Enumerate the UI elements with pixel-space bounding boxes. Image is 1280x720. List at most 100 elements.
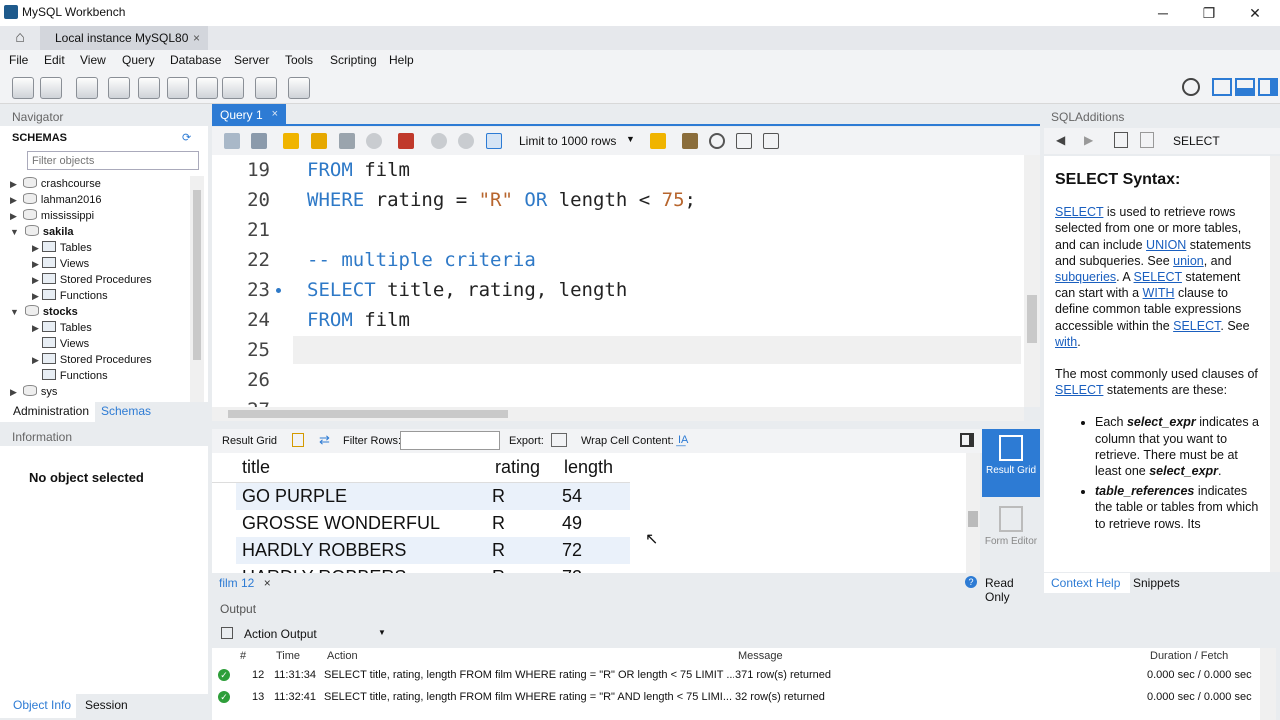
help-link[interactable]: subqueries [1055, 270, 1116, 284]
schema-stocks[interactable]: ▼ stocks [10, 304, 78, 320]
invisible-chars-icon[interactable] [736, 133, 752, 149]
help-link[interactable]: WITH [1143, 286, 1175, 300]
expand-down-icon[interactable]: ▼ [10, 227, 19, 237]
settings-gear-icon[interactable] [1182, 78, 1200, 96]
output-row[interactable]: ✓ 12 11:31:34 SELECT title, rating, length … [212, 664, 1276, 686]
schema-sakila-views[interactable]: ▶ Views [32, 256, 89, 272]
wrap-lines-icon[interactable] [763, 133, 779, 149]
expand-down-icon[interactable]: ▼ [10, 307, 19, 317]
filter-objects-input[interactable] [27, 151, 199, 170]
code-line[interactable]: SELECT title, rating, length [307, 279, 627, 301]
code-line[interactable]: FROM film [307, 159, 410, 181]
help-link[interactable]: SELECT [1055, 383, 1103, 397]
add-snippet-icon[interactable] [650, 133, 666, 149]
refresh-icon[interactable]: ⇄ [319, 432, 330, 448]
filter-rows-input[interactable] [400, 431, 500, 450]
create-view-icon[interactable] [167, 77, 189, 99]
close-icon[interactable]: × [272, 108, 278, 120]
menu-help[interactable]: Help [389, 53, 414, 67]
minimize-button[interactable]: ─ [1140, 0, 1186, 26]
menu-server[interactable]: Server [234, 53, 269, 67]
create-procedure-icon[interactable] [196, 77, 218, 99]
table-cell-length[interactable]: 54 [562, 483, 582, 510]
table-cell-title[interactable]: HARDLY ROBBERS [242, 537, 406, 564]
menu-edit[interactable]: Edit [44, 53, 65, 67]
table-cell-length[interactable]: 72 [562, 564, 582, 573]
autocommit-icon[interactable] [486, 133, 502, 149]
tab-context-help[interactable]: Context Help [1044, 573, 1130, 593]
output-row[interactable]: ✓ 13 11:32:41 SELECT title, rating, length … [212, 686, 1276, 708]
expand-right-icon[interactable]: ▶ [32, 291, 39, 301]
schema-sys[interactable]: ▶ sys [10, 384, 57, 400]
schema-crashcourse[interactable]: ▶ crashcourse [10, 176, 101, 192]
home-icon[interactable]: ⌂ [0, 26, 40, 50]
schema-sakila-functions[interactable]: ▶ Functions [32, 288, 108, 304]
schema-lahman2016[interactable]: ▶ lahman2016 [10, 192, 101, 208]
forward-icon[interactable]: ▶ [1084, 133, 1093, 147]
limit-rows-select[interactable]: Limit to 1000 rows ▼ [516, 132, 636, 150]
explain-icon[interactable] [339, 133, 355, 149]
schema-stocks-stored-procedures[interactable]: ▶ Stored Procedures [32, 352, 152, 368]
table-cell-title[interactable]: GO PURPLE [242, 483, 347, 510]
table-cell-title[interactable]: GROSSE WONDERFUL [242, 510, 440, 537]
navigator-scrollbar[interactable] [190, 176, 204, 404]
close-icon[interactable]: × [193, 31, 200, 45]
reconnect-icon[interactable] [288, 77, 310, 99]
expand-right-icon[interactable]: ▶ [32, 355, 39, 365]
refresh-icon[interactable]: ⟳ [182, 131, 191, 144]
help-link[interactable]: with [1055, 335, 1077, 349]
stop-icon[interactable] [366, 133, 382, 149]
grid-scrollbar[interactable] [966, 453, 980, 573]
close-icon[interactable]: × [264, 576, 271, 590]
sql-editor[interactable]: 19 FROM film 20 WHERE rating = "R" OR lengt… [212, 155, 1024, 407]
toggle-output-icon[interactable] [1235, 78, 1255, 96]
tab-object-info[interactable]: Object Info [0, 694, 76, 718]
commit-icon[interactable] [431, 133, 447, 149]
expand-right-icon[interactable]: ▶ [32, 323, 39, 333]
code-line[interactable]: WHERE rating = "R" OR length < 75; [307, 189, 696, 211]
close-button[interactable]: ✕ [1232, 0, 1278, 26]
table-cell-rating[interactable]: R [492, 537, 505, 564]
table-cell-length[interactable]: 49 [562, 510, 582, 537]
help-link[interactable]: union [1173, 254, 1204, 268]
search-icon[interactable] [709, 133, 725, 149]
expand-right-icon[interactable]: ▶ [10, 195, 17, 205]
tab-schemas[interactable]: Schemas [101, 404, 151, 418]
result-grid-label[interactable]: Result Grid [222, 435, 277, 447]
column-header-rating[interactable]: rating [495, 454, 540, 481]
help-scrollbar[interactable] [1270, 156, 1280, 572]
create-function-icon[interactable] [222, 77, 244, 99]
inspector-icon[interactable] [76, 77, 98, 99]
expand-right-icon[interactable]: ▶ [10, 211, 17, 221]
auto-help-icon[interactable] [1114, 132, 1128, 148]
output-type-select[interactable]: Action Output ▼ [244, 627, 386, 641]
create-schema-icon[interactable] [108, 77, 130, 99]
expand-right-icon[interactable]: ▶ [32, 259, 39, 269]
schema-stocks-tables[interactable]: ▶ Tables [32, 320, 92, 336]
column-header-length[interactable]: length [564, 454, 613, 481]
table-cell-length[interactable]: 72 [562, 537, 582, 564]
help-link[interactable]: SELECT [1173, 319, 1220, 333]
create-table-icon[interactable] [138, 77, 160, 99]
result-grid[interactable]: title rating length GO PURPLE R 54 GROSSE W… [212, 453, 966, 573]
result-grid-side-button[interactable]: Result Grid [982, 429, 1040, 497]
code-line[interactable]: -- multiple criteria [307, 249, 536, 271]
manual-help-icon[interactable] [1140, 132, 1154, 148]
form-editor-side-button[interactable]: Form Editor [982, 500, 1040, 570]
open-file-icon[interactable] [224, 133, 240, 149]
back-icon[interactable]: ◀ [1056, 133, 1065, 147]
table-cell-rating[interactable]: R [492, 483, 505, 510]
search-table-data-icon[interactable] [255, 77, 277, 99]
expand-right-icon[interactable]: ▶ [10, 387, 17, 397]
schema-stocks-functions[interactable]: ▶Functions [32, 368, 108, 384]
table-cell-title[interactable]: HARDLY ROBBERS [242, 564, 406, 573]
table-cell-rating[interactable]: R [492, 564, 505, 573]
schema-sakila-tables[interactable]: ▶ Tables [32, 240, 92, 256]
schema-mississippi[interactable]: ▶ mississippi [10, 208, 94, 224]
help-link[interactable]: SELECT [1055, 205, 1103, 219]
editor-vertical-scrollbar[interactable] [1024, 155, 1040, 407]
new-sql-tab-icon[interactable] [12, 77, 34, 99]
tab-film-12[interactable]: film 12 × [219, 576, 271, 590]
save-icon[interactable] [251, 133, 267, 149]
table-cell-rating[interactable]: R [492, 510, 505, 537]
